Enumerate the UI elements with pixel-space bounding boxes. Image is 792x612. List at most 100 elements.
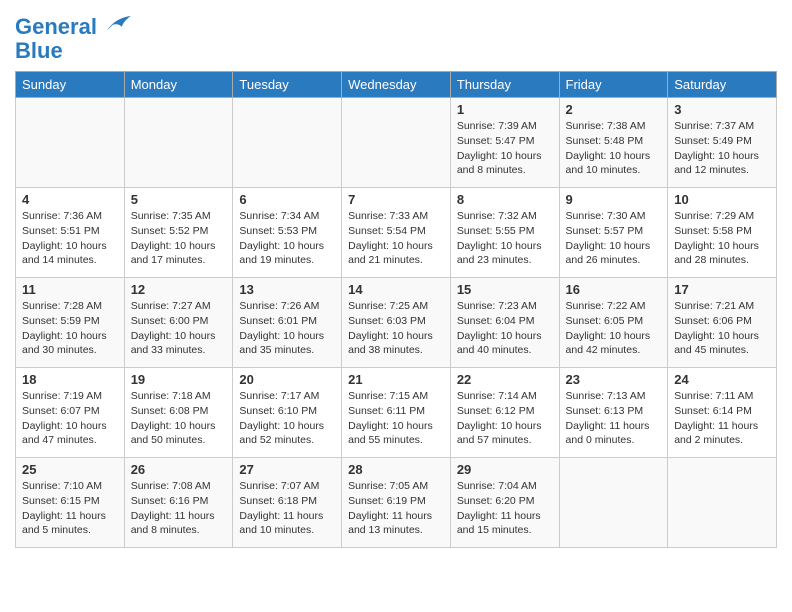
day-number: 17 xyxy=(674,282,770,297)
day-info: Sunrise: 7:04 AM Sunset: 6:20 PM Dayligh… xyxy=(457,479,553,538)
day-info: Sunrise: 7:05 AM Sunset: 6:19 PM Dayligh… xyxy=(348,479,444,538)
weekday-header-friday: Friday xyxy=(559,72,668,98)
day-number: 18 xyxy=(22,372,118,387)
day-cell: 11 Sunrise: 7:28 AM Sunset: 5:59 PM Dayli… xyxy=(16,278,125,368)
day-number: 11 xyxy=(22,282,118,297)
day-number: 25 xyxy=(22,462,118,477)
day-info: Sunrise: 7:08 AM Sunset: 6:16 PM Dayligh… xyxy=(131,479,227,538)
day-info: Sunrise: 7:23 AM Sunset: 6:04 PM Dayligh… xyxy=(457,299,553,358)
day-number: 6 xyxy=(239,192,335,207)
day-info: Sunrise: 7:29 AM Sunset: 5:58 PM Dayligh… xyxy=(674,209,770,268)
week-row-1: 1 Sunrise: 7:39 AM Sunset: 5:47 PM Daylig… xyxy=(16,98,777,188)
day-info: Sunrise: 7:38 AM Sunset: 5:48 PM Dayligh… xyxy=(566,119,662,178)
day-info: Sunrise: 7:36 AM Sunset: 5:51 PM Dayligh… xyxy=(22,209,118,268)
day-info: Sunrise: 7:19 AM Sunset: 6:07 PM Dayligh… xyxy=(22,389,118,448)
week-row-5: 25Sunrise: 7:10 AM Sunset: 6:15 PM Dayli… xyxy=(16,458,777,548)
day-number: 2 xyxy=(566,102,662,117)
day-info: Sunrise: 7:32 AM Sunset: 5:55 PM Dayligh… xyxy=(457,209,553,268)
day-info: Sunrise: 7:30 AM Sunset: 5:57 PM Dayligh… xyxy=(566,209,662,268)
day-number: 4 xyxy=(22,192,118,207)
day-number: 28 xyxy=(348,462,444,477)
day-info: Sunrise: 7:18 AM Sunset: 6:08 PM Dayligh… xyxy=(131,389,227,448)
weekday-header-row: SundayMondayTuesdayWednesdayThursdayFrid… xyxy=(16,72,777,98)
day-cell: 20 Sunrise: 7:17 AM Sunset: 6:10 PM Dayli… xyxy=(233,368,342,458)
day-cell: 29 Sunrise: 7:04 AM Sunset: 6:20 PM Dayli… xyxy=(450,458,559,548)
weekday-header-monday: Monday xyxy=(124,72,233,98)
day-number: 7 xyxy=(348,192,444,207)
calendar-table: SundayMondayTuesdayWednesdayThursdayFrid… xyxy=(15,71,777,548)
day-number: 16 xyxy=(566,282,662,297)
weekday-header-sunday: Sunday xyxy=(16,72,125,98)
day-info: Sunrise: 7:26 AM Sunset: 6:01 PM Dayligh… xyxy=(239,299,335,358)
day-cell: 12Sunrise: 7:27 AM Sunset: 6:00 PM Dayli… xyxy=(124,278,233,368)
day-number: 20 xyxy=(239,372,335,387)
day-cell: 10Sunrise: 7:29 AM Sunset: 5:58 PM Dayli… xyxy=(668,188,777,278)
day-cell: 25Sunrise: 7:10 AM Sunset: 6:15 PM Dayli… xyxy=(16,458,125,548)
day-info: Sunrise: 7:15 AM Sunset: 6:11 PM Dayligh… xyxy=(348,389,444,448)
week-row-2: 4 Sunrise: 7:36 AM Sunset: 5:51 PM Daylig… xyxy=(16,188,777,278)
day-cell xyxy=(16,98,125,188)
day-info: Sunrise: 7:39 AM Sunset: 5:47 PM Dayligh… xyxy=(457,119,553,178)
day-cell: 8 Sunrise: 7:32 AM Sunset: 5:55 PM Daylig… xyxy=(450,188,559,278)
day-info: Sunrise: 7:17 AM Sunset: 6:10 PM Dayligh… xyxy=(239,389,335,448)
day-cell xyxy=(124,98,233,188)
day-number: 9 xyxy=(566,192,662,207)
day-info: Sunrise: 7:25 AM Sunset: 6:03 PM Dayligh… xyxy=(348,299,444,358)
day-cell: 15Sunrise: 7:23 AM Sunset: 6:04 PM Dayli… xyxy=(450,278,559,368)
header: General Blue xyxy=(15,10,777,63)
logo: General Blue xyxy=(15,15,133,63)
day-cell: 5 Sunrise: 7:35 AM Sunset: 5:52 PM Daylig… xyxy=(124,188,233,278)
day-number: 26 xyxy=(131,462,227,477)
day-info: Sunrise: 7:37 AM Sunset: 5:49 PM Dayligh… xyxy=(674,119,770,178)
day-info: Sunrise: 7:14 AM Sunset: 6:12 PM Dayligh… xyxy=(457,389,553,448)
day-info: Sunrise: 7:22 AM Sunset: 6:05 PM Dayligh… xyxy=(566,299,662,358)
day-info: Sunrise: 7:34 AM Sunset: 5:53 PM Dayligh… xyxy=(239,209,335,268)
day-number: 22 xyxy=(457,372,553,387)
day-info: Sunrise: 7:21 AM Sunset: 6:06 PM Dayligh… xyxy=(674,299,770,358)
day-cell: 21 Sunrise: 7:15 AM Sunset: 6:11 PM Dayli… xyxy=(342,368,451,458)
day-cell: 3 Sunrise: 7:37 AM Sunset: 5:49 PM Daylig… xyxy=(668,98,777,188)
weekday-header-thursday: Thursday xyxy=(450,72,559,98)
logo-bird-icon xyxy=(105,14,133,34)
day-cell: 13 Sunrise: 7:26 AM Sunset: 6:01 PM Dayli… xyxy=(233,278,342,368)
day-cell: 16 Sunrise: 7:22 AM Sunset: 6:05 PM Dayli… xyxy=(559,278,668,368)
day-cell: 23 Sunrise: 7:13 AM Sunset: 6:13 PM Dayli… xyxy=(559,368,668,458)
weekday-header-saturday: Saturday xyxy=(668,72,777,98)
day-info: Sunrise: 7:28 AM Sunset: 5:59 PM Dayligh… xyxy=(22,299,118,358)
day-number: 8 xyxy=(457,192,553,207)
day-number: 5 xyxy=(131,192,227,207)
day-cell: 4 Sunrise: 7:36 AM Sunset: 5:51 PM Daylig… xyxy=(16,188,125,278)
day-number: 19 xyxy=(131,372,227,387)
day-info: Sunrise: 7:13 AM Sunset: 6:13 PM Dayligh… xyxy=(566,389,662,448)
weekday-header-tuesday: Tuesday xyxy=(233,72,342,98)
day-cell xyxy=(342,98,451,188)
day-number: 3 xyxy=(674,102,770,117)
day-cell: 7 Sunrise: 7:33 AM Sunset: 5:54 PM Daylig… xyxy=(342,188,451,278)
day-number: 23 xyxy=(566,372,662,387)
day-number: 21 xyxy=(348,372,444,387)
logo-general: General xyxy=(15,14,97,39)
day-info: Sunrise: 7:33 AM Sunset: 5:54 PM Dayligh… xyxy=(348,209,444,268)
day-number: 27 xyxy=(239,462,335,477)
day-cell: 28 Sunrise: 7:05 AM Sunset: 6:19 PM Dayli… xyxy=(342,458,451,548)
day-number: 13 xyxy=(239,282,335,297)
day-number: 14 xyxy=(348,282,444,297)
day-number: 12 xyxy=(131,282,227,297)
day-cell: 22 Sunrise: 7:14 AM Sunset: 6:12 PM Dayli… xyxy=(450,368,559,458)
day-cell xyxy=(233,98,342,188)
day-cell: 19 Sunrise: 7:18 AM Sunset: 6:08 PM Dayli… xyxy=(124,368,233,458)
day-info: Sunrise: 7:35 AM Sunset: 5:52 PM Dayligh… xyxy=(131,209,227,268)
day-cell: 9 Sunrise: 7:30 AM Sunset: 5:57 PM Daylig… xyxy=(559,188,668,278)
day-cell xyxy=(559,458,668,548)
day-cell: 17 Sunrise: 7:21 AM Sunset: 6:06 PM Dayli… xyxy=(668,278,777,368)
day-cell: 1 Sunrise: 7:39 AM Sunset: 5:47 PM Daylig… xyxy=(450,98,559,188)
day-info: Sunrise: 7:07 AM Sunset: 6:18 PM Dayligh… xyxy=(239,479,335,538)
week-row-4: 18 Sunrise: 7:19 AM Sunset: 6:07 PM Dayli… xyxy=(16,368,777,458)
week-row-3: 11 Sunrise: 7:28 AM Sunset: 5:59 PM Dayli… xyxy=(16,278,777,368)
day-number: 1 xyxy=(457,102,553,117)
day-cell: 14 Sunrise: 7:25 AM Sunset: 6:03 PM Dayli… xyxy=(342,278,451,368)
day-cell: 6 Sunrise: 7:34 AM Sunset: 5:53 PM Daylig… xyxy=(233,188,342,278)
logo-blue: Blue xyxy=(15,38,63,63)
day-cell: 24Sunrise: 7:11 AM Sunset: 6:14 PM Dayli… xyxy=(668,368,777,458)
day-number: 29 xyxy=(457,462,553,477)
